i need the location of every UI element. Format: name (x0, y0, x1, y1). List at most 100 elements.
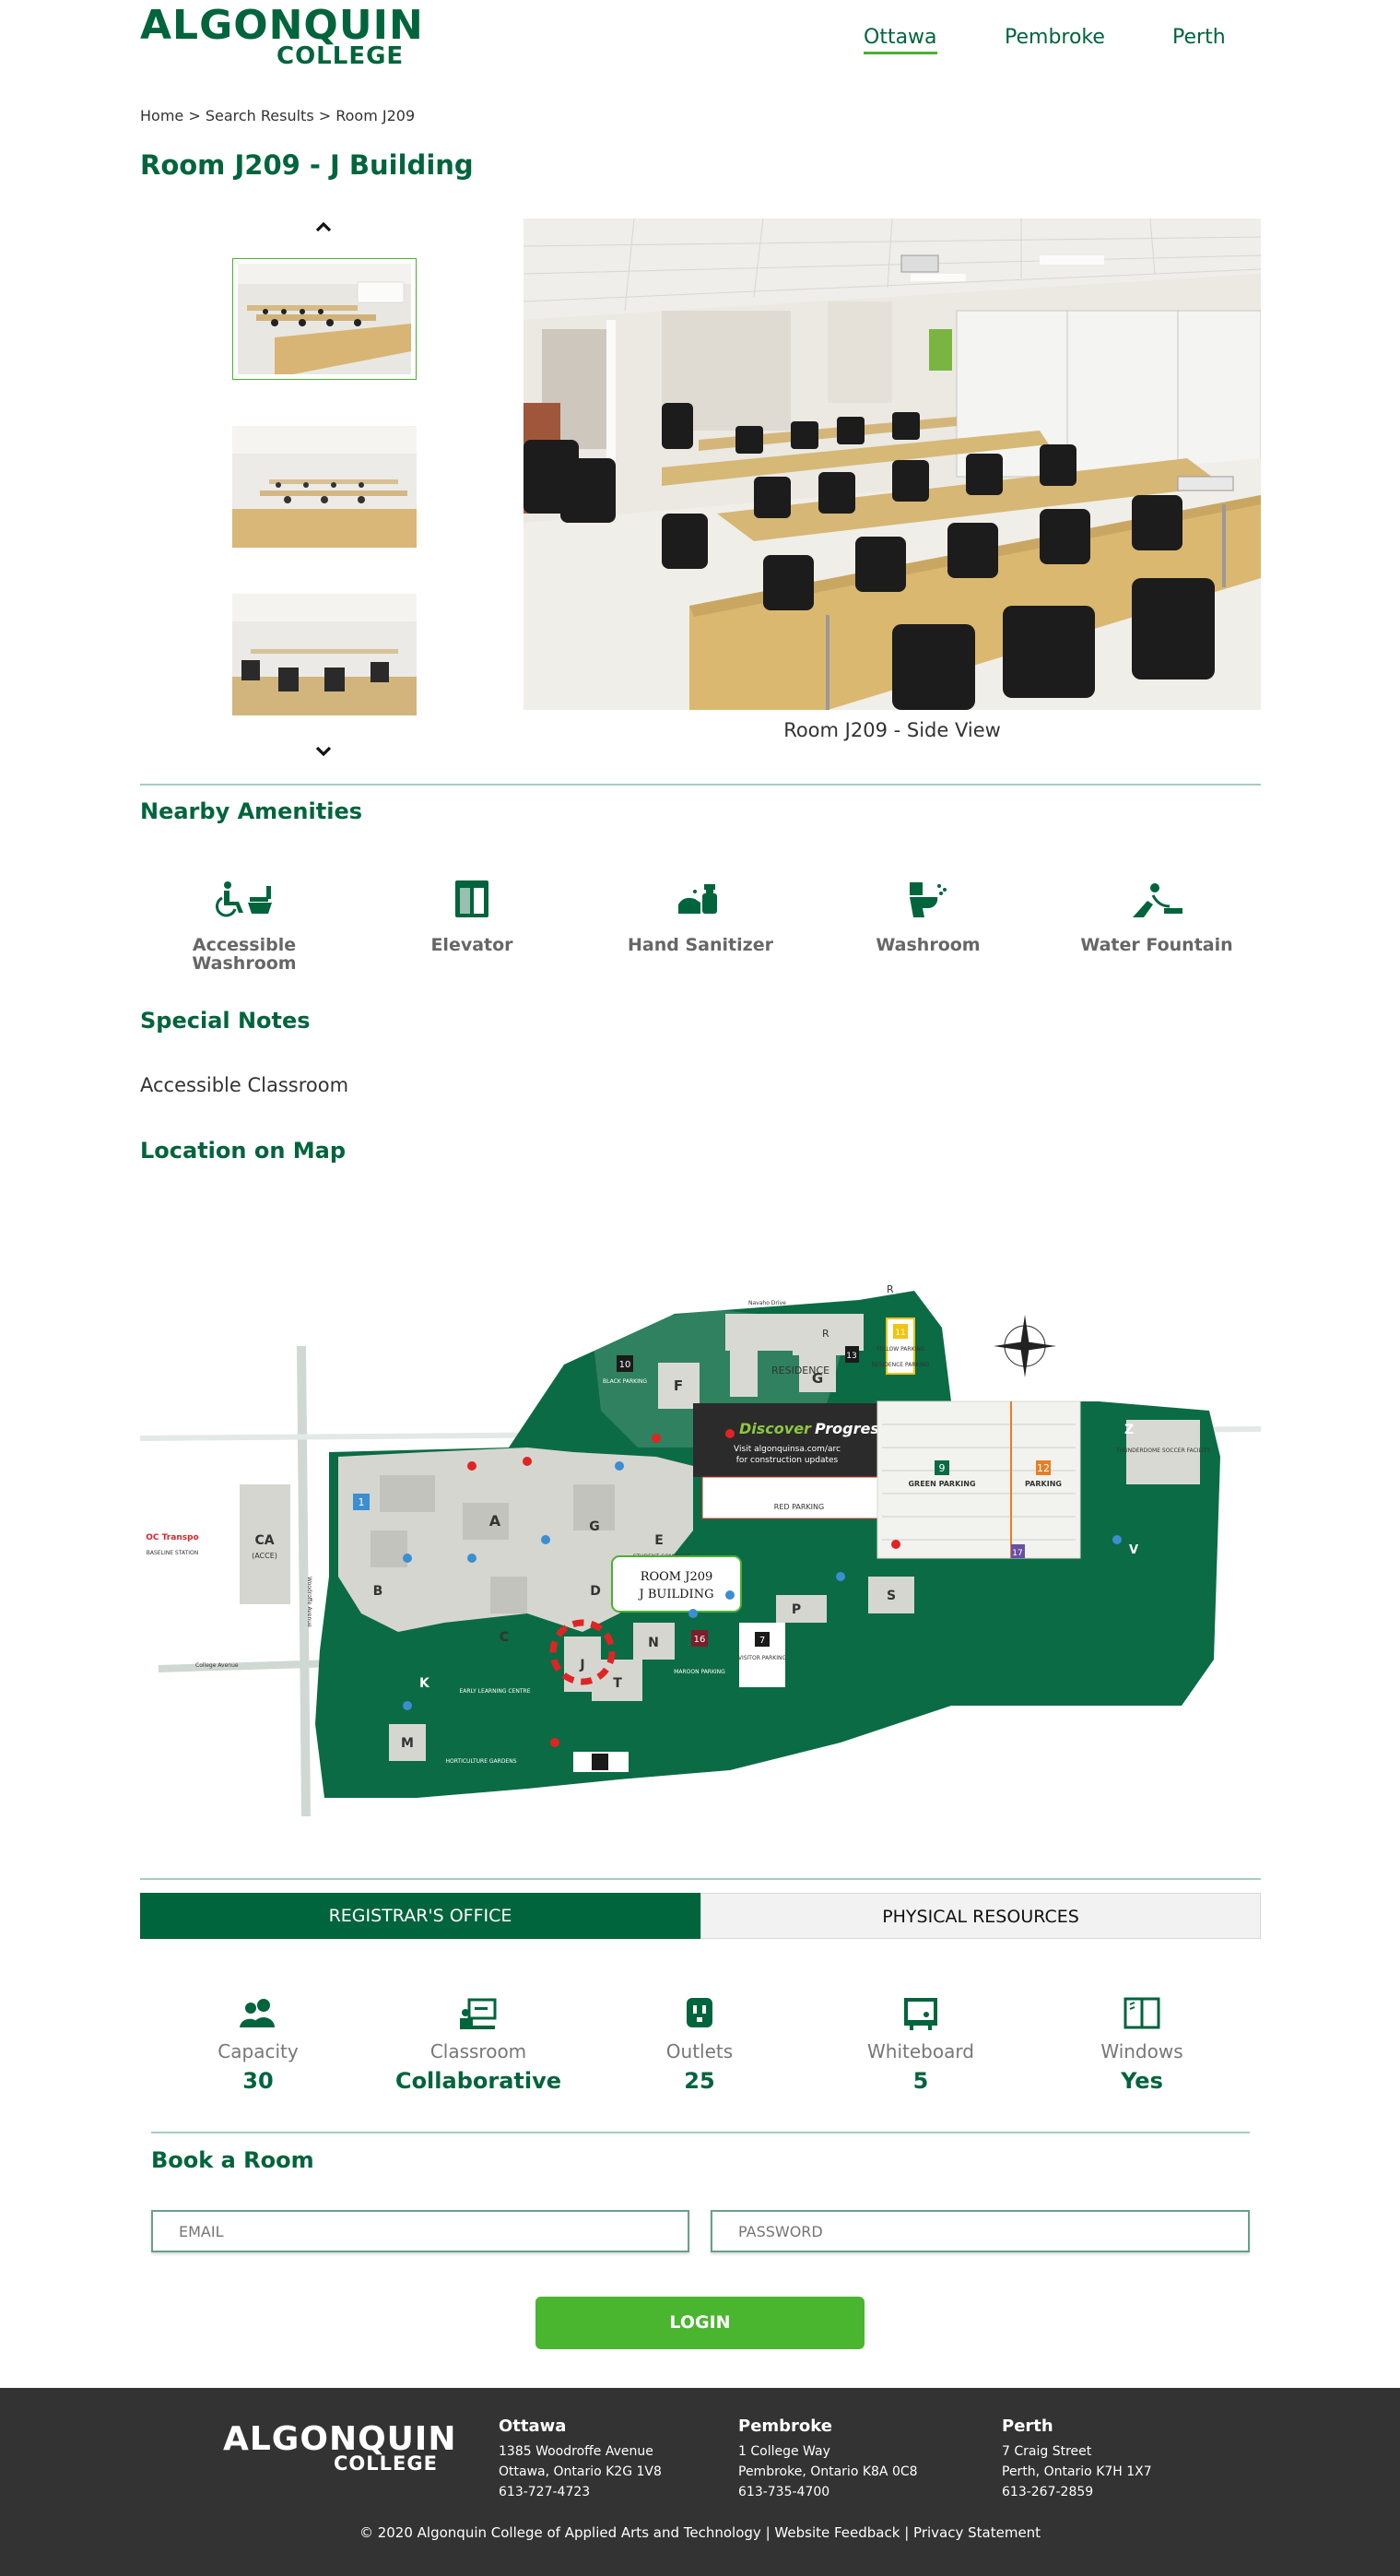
map-callout-room: ROOM J209 (641, 1570, 713, 1584)
amenity-water-fountain: Water Fountain (1065, 880, 1249, 954)
photo-caption: Room J209 - Side View (783, 719, 1001, 741)
nav-ottawa[interactable]: Ottawa (864, 26, 937, 54)
gallery-thumbnail-3[interactable] (232, 594, 417, 715)
login-button[interactable]: LOGIN (535, 2297, 865, 2349)
footer-campus-name: Pembroke (738, 2416, 832, 2436)
map-label-woodroffe: Woodroffe Avenue (306, 1577, 312, 1627)
stat-value: 25 (684, 2068, 715, 2094)
map-lot-1: 1 (359, 1496, 365, 1508)
map-building-p: P (792, 1602, 801, 1617)
gallery-thumbnail-2[interactable] (232, 426, 417, 548)
footer-address-line1: 1 College Way (738, 2444, 830, 2459)
tab-physical-resources[interactable]: PHYSICAL RESOURCES (700, 1893, 1261, 1939)
tab-registrars-office[interactable]: REGISTRAR'S OFFICE (140, 1893, 700, 1939)
footer-address-line2: Perth, Ontario K7H 1X7 (1002, 2464, 1152, 2479)
site-header: ALGONQUIN COLLEGE Ottawa Pembroke Perth (0, 0, 1400, 92)
website-feedback-link[interactable]: Website Feedback (774, 2524, 900, 2541)
map-lot-15: 16 (694, 1635, 706, 1645)
stat-windows: Windows Yes (1041, 1996, 1243, 2094)
privacy-statement-link[interactable]: Privacy Statement (913, 2524, 1041, 2541)
page-title: Room J209 - J Building (140, 149, 474, 181)
map-label-oc-transpo: OC Transpo (146, 1533, 198, 1542)
campus-map[interactable]: F G R R RESIDENCE Discover Progress Visi… (140, 1226, 1261, 1816)
amenity-accessible-washroom: Accessible Washroom (152, 880, 336, 973)
stat-label: Capacity (218, 2040, 299, 2062)
map-building-j: J (579, 1658, 584, 1672)
footer-logo[interactable]: ALGONQUIN COLLEGE (223, 2423, 455, 2478)
map-building-n: N (648, 1636, 659, 1650)
nav-perth[interactable]: Perth (1172, 26, 1226, 49)
map-building-c: C (500, 1630, 509, 1645)
chevron-up-icon[interactable] (312, 216, 335, 238)
location-map-title: Location on Map (140, 1138, 347, 1164)
nav-pembroke[interactable]: Pembroke (1005, 26, 1105, 49)
gallery-thumbnail-1[interactable] (232, 258, 417, 380)
map-building-s: S (887, 1589, 896, 1603)
map-building-e: E (654, 1533, 664, 1548)
map-label-college-avenue: College Avenue (195, 1662, 239, 1669)
thumbnail-image (238, 264, 411, 374)
stat-label: Classroom (429, 2040, 527, 2062)
stat-label: Windows (1100, 2040, 1183, 2062)
whiteboard-icon (900, 1996, 941, 2031)
divider (140, 1878, 1261, 1880)
svg-text:R: R (822, 1328, 829, 1340)
banner-progress: Progress (815, 1420, 888, 1437)
algonquin-logo[interactable]: ALGONQUIN COLLEGE (140, 6, 423, 71)
footer-campus-perth: Perth 7 Craig Street Perth, Ontario K7H … (1002, 2416, 1152, 2502)
map-lot-10: 10 (619, 1360, 631, 1370)
banner-sub-1: Visit algonquinsa.com/arc (734, 1445, 841, 1454)
footer-address-line1: 7 Craig Street (1002, 2444, 1092, 2459)
chevron-down-icon[interactable] (312, 740, 335, 762)
email-field[interactable] (151, 2210, 689, 2252)
map-building-d: D (590, 1584, 601, 1599)
stat-label: Outlets (665, 2040, 734, 2062)
logo-text-algonquin: ALGONQUIN (140, 2, 424, 49)
map-building-z: Z (1124, 1423, 1134, 1437)
divider (140, 784, 1261, 786)
amenity-label: Washroom (876, 935, 981, 955)
map-lot-16: 17 (1012, 1549, 1022, 1558)
amenity-label: Hand Sanitizer (628, 935, 773, 955)
footer-address-line2: Ottawa, Ontario K2G 1V8 (499, 2464, 662, 2479)
footer-copyright: © 2020 Algonquin College of Applied Arts… (0, 2524, 1400, 2541)
separator: | (904, 2524, 910, 2541)
stat-label: Whiteboard (867, 2040, 974, 2062)
map-building-v: V (1129, 1543, 1138, 1557)
stat-classroom: Classroom Collaborative (377, 1996, 580, 2094)
separator: | (765, 2524, 771, 2541)
map-label-dome: THUNDERDOME SOCCER FACILITY (1115, 1448, 1210, 1454)
map-label-horticulture: HORTICULTURE GARDENS (445, 1758, 516, 1765)
map-label-red-parking: RED PARKING (774, 1503, 824, 1511)
map-callout-building: J BUILDING (638, 1588, 714, 1601)
map-building-ca-sub: (ACCE) (252, 1552, 277, 1560)
stat-value: 5 (912, 2068, 929, 2094)
map-lot-11: 11 (895, 1329, 905, 1338)
map-label-navaho: Navaho Drive (748, 1300, 786, 1306)
password-field[interactable] (711, 2210, 1250, 2252)
map-label-parking: PARKING (1025, 1480, 1062, 1488)
amenity-elevator: Elevator (380, 880, 564, 954)
banner-sub-2: for construction updates (736, 1456, 839, 1465)
footer-phone[interactable]: 613-267-2859 (1002, 2482, 1152, 2502)
elevator-icon (442, 880, 501, 932)
footer-phone[interactable]: 613-735-4700 (738, 2482, 918, 2502)
footer-campus-name: Ottawa (499, 2416, 567, 2436)
users-icon (238, 1996, 278, 2031)
map-building-ca: CA (254, 1533, 274, 1548)
resource-tabs: REGISTRAR'S OFFICE PHYSICAL RESOURCES (140, 1893, 1261, 1939)
special-notes-text: Accessible Classroom (140, 1074, 349, 1096)
banner-discover: Discover (739, 1420, 812, 1437)
window-icon (1122, 1996, 1162, 2031)
map-label-baseline-station: BASELINE STATION (147, 1550, 198, 1556)
book-a-room-title: Book a Room (151, 2147, 314, 2173)
amenity-label: Accessible Washroom (192, 935, 297, 974)
breadcrumb[interactable]: Home > Search Results > Room J209 (140, 107, 415, 124)
footer-phone[interactable]: 613-727-4723 (499, 2482, 662, 2502)
map-label-visitor-parking: VISITOR PARKING (738, 1655, 787, 1661)
map-label-early-learning: EARLY LEARNING CENTRE (460, 1688, 531, 1695)
map-label-green-parking: GREEN PARKING (908, 1480, 975, 1488)
map-building-t: T (613, 1676, 622, 1691)
footer-campus-name: Perth (1002, 2416, 1053, 2436)
map-label-yellow-parking: YELLOW PARKING (876, 1346, 925, 1353)
